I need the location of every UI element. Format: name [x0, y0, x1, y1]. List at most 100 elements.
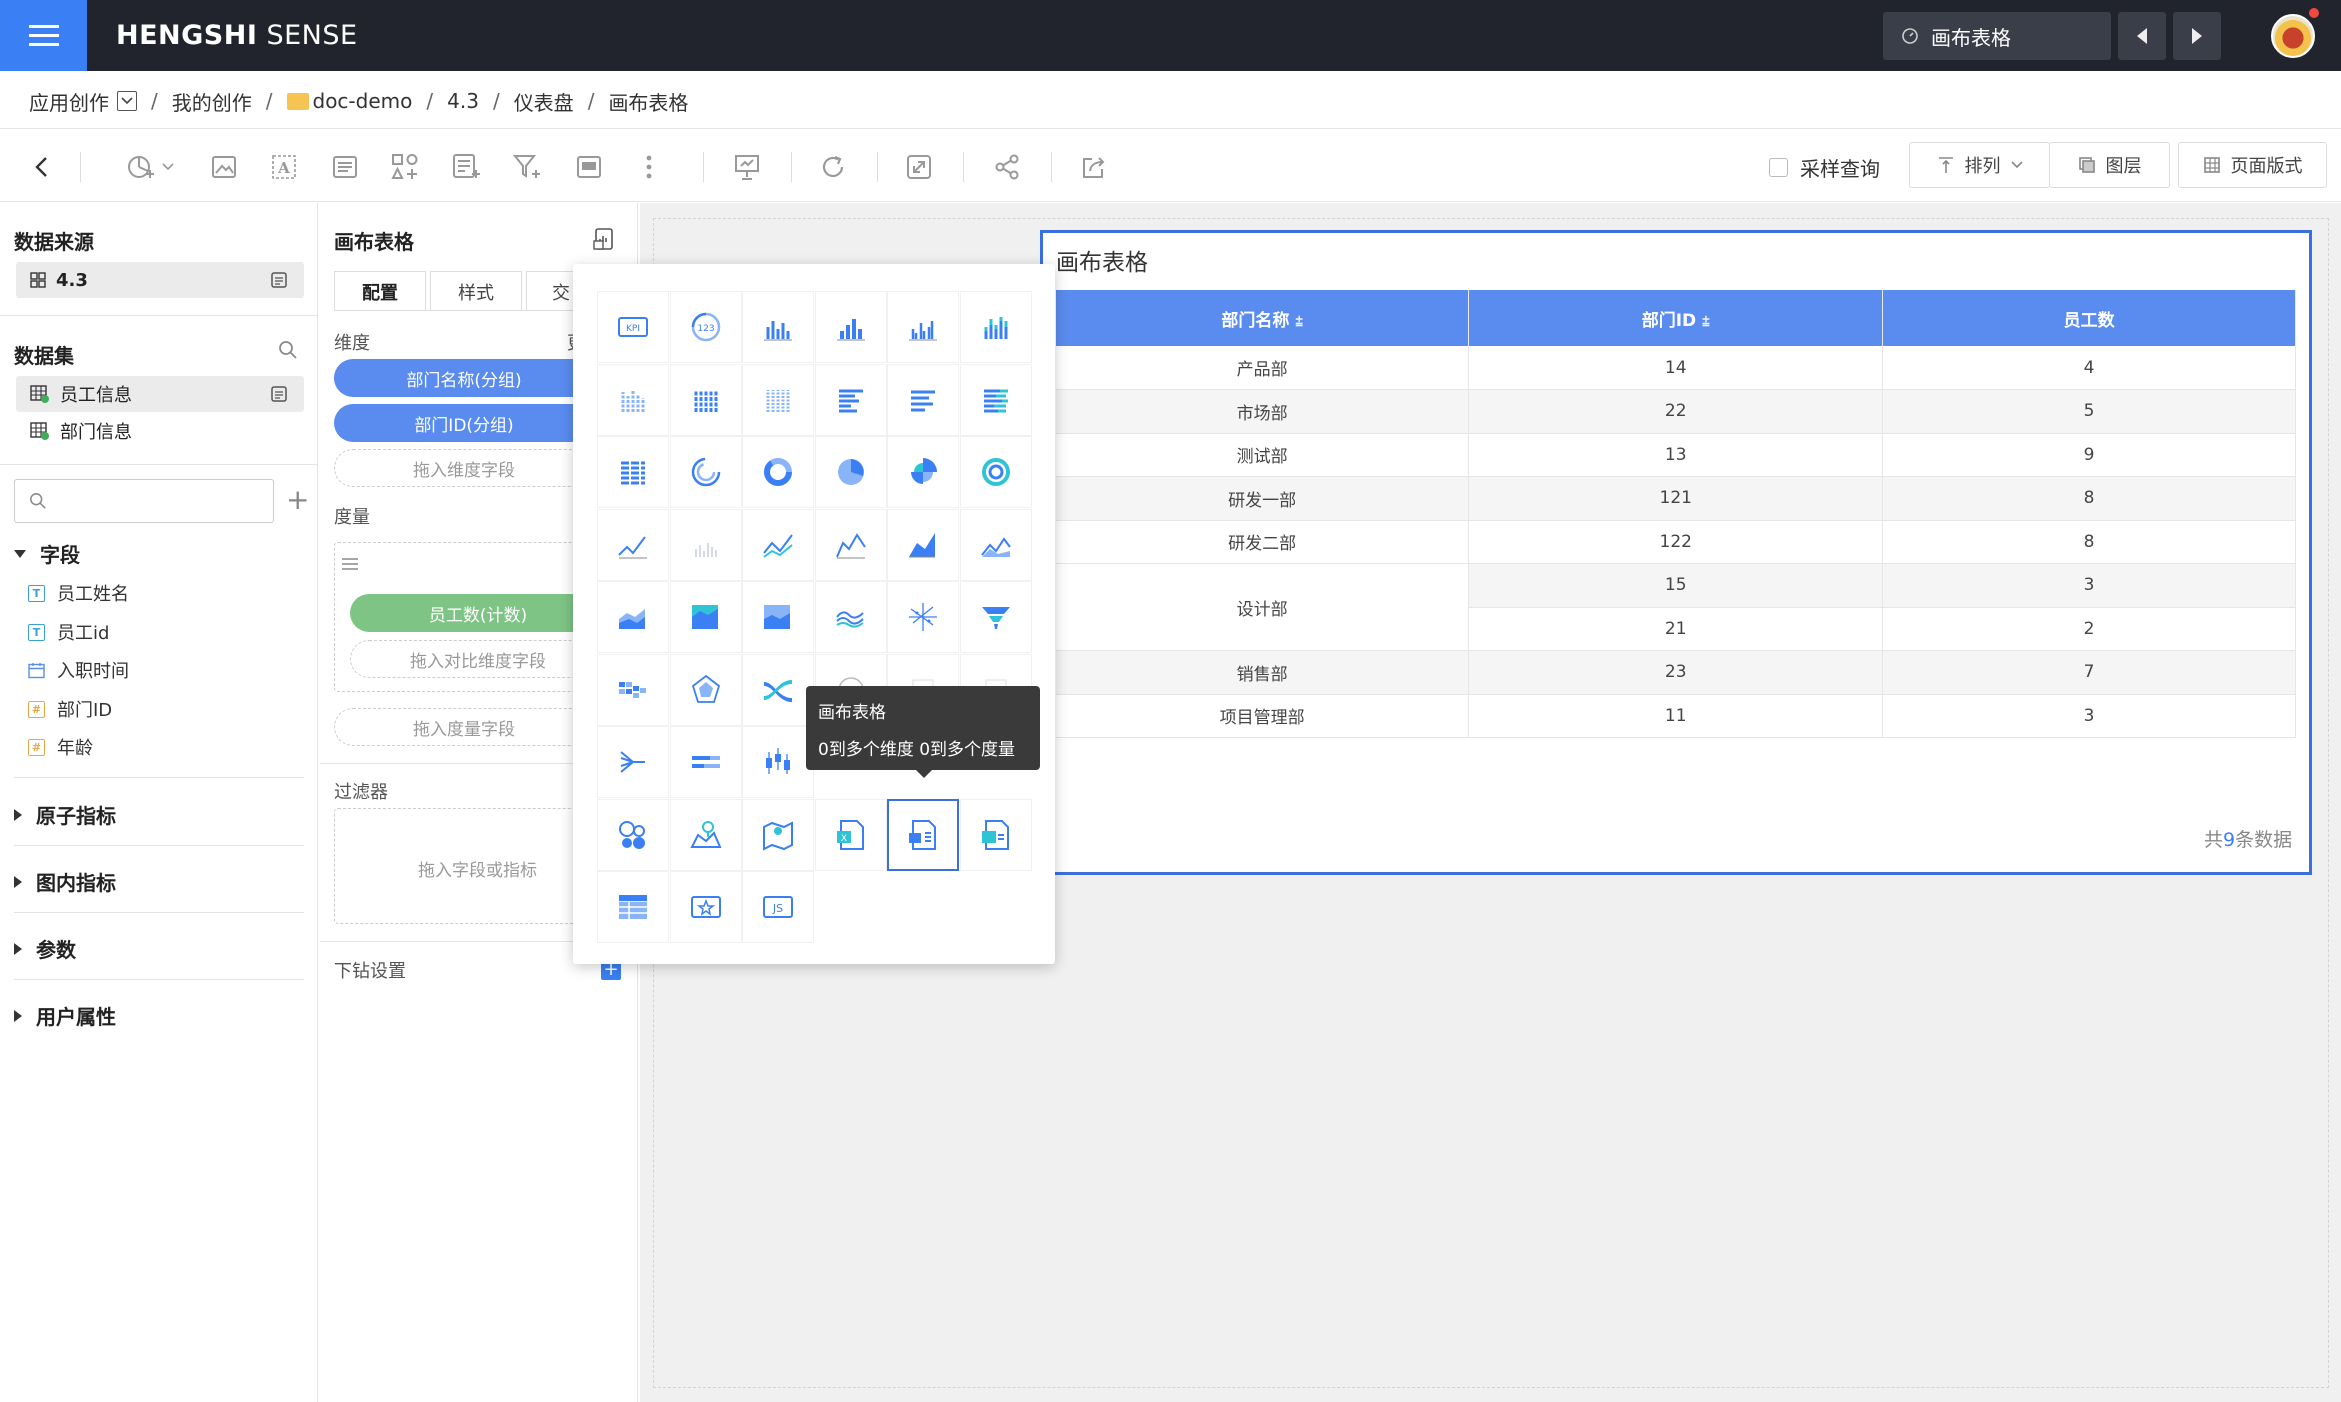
chart-type-option[interactable]: [814, 363, 887, 436]
chart-type-option[interactable]: [669, 581, 742, 653]
atomic-metrics-group[interactable]: 原子指标: [14, 800, 116, 829]
column-header[interactable]: 部门ID ⩲: [1468, 290, 1884, 346]
chart-type-option[interactable]: [887, 508, 959, 581]
chart-type-option[interactable]: [669, 871, 742, 943]
present-button[interactable]: [728, 148, 766, 186]
next-page-button[interactable]: [2173, 12, 2221, 60]
sort-filter-icon[interactable]: ⩲: [1702, 315, 1710, 330]
chart-type-option[interactable]: [887, 581, 959, 653]
fields-group[interactable]: 字段: [14, 539, 80, 568]
chart-type-option[interactable]: [742, 798, 814, 871]
sample-query-toggle[interactable]: 采样查询: [1769, 153, 1880, 182]
dimension-pill[interactable]: 部门ID(分组): [334, 404, 594, 442]
prev-page-button[interactable]: [2118, 12, 2166, 60]
tab-style[interactable]: 样式: [430, 271, 522, 311]
page-selector[interactable]: 画布表格: [1883, 12, 2111, 60]
breadcrumb-item[interactable]: 应用创作: [29, 87, 109, 116]
datasource-item[interactable]: 4.3: [16, 262, 304, 298]
refresh-button[interactable]: [814, 148, 852, 186]
chart-type-option[interactable]: [669, 653, 742, 726]
search-icon[interactable]: [278, 340, 298, 360]
add-chart-dropdown[interactable]: [158, 148, 178, 186]
more-button[interactable]: [630, 148, 668, 186]
chart-type-option[interactable]: [742, 581, 814, 653]
add-text-button[interactable]: A: [265, 148, 303, 186]
add-field-button[interactable]: +: [286, 486, 309, 514]
brand-logo[interactable]: HENGSHI SENSE: [116, 20, 358, 51]
share-button[interactable]: [988, 148, 1026, 186]
chart-type-option[interactable]: [669, 798, 742, 871]
drag-handle-icon[interactable]: [342, 558, 358, 570]
hamburger-menu-button[interactable]: [0, 0, 87, 71]
field-item[interactable]: # 年龄: [28, 734, 93, 760]
copy-icon[interactable]: [270, 385, 288, 403]
parameters-group[interactable]: 参数: [14, 934, 76, 963]
chart-type-option[interactable]: [887, 436, 959, 508]
page-layout-button[interactable]: 页面版式: [2178, 142, 2327, 188]
chart-type-option[interactable]: [669, 436, 742, 508]
measure-drop-zone[interactable]: 拖入度量字段: [334, 708, 594, 746]
chart-type-option[interactable]: [597, 653, 669, 726]
chart-type-option[interactable]: [742, 653, 814, 726]
chart-type-option[interactable]: [597, 726, 669, 798]
dimension-pill[interactable]: 部门名称(分组): [334, 359, 594, 397]
chart-type-option[interactable]: [959, 581, 1032, 653]
chart-type-option[interactable]: [597, 871, 669, 943]
chart-type-option[interactable]: [597, 508, 669, 581]
field-item[interactable]: # 部门ID: [28, 696, 112, 722]
chart-type-option[interactable]: 123: [669, 291, 742, 363]
breadcrumb-item[interactable]: doc-demo: [286, 89, 412, 113]
chart-type-option[interactable]: KPI: [597, 291, 669, 363]
breadcrumb-item[interactable]: 仪表盘: [514, 87, 574, 116]
tab-config[interactable]: 配置: [334, 271, 426, 311]
chart-type-option[interactable]: [814, 291, 887, 363]
chart-type-option[interactable]: [959, 798, 1032, 871]
chart-type-option[interactable]: [597, 798, 669, 871]
chart-type-option[interactable]: [742, 436, 814, 508]
chart-type-option[interactable]: [742, 508, 814, 581]
sample-query-checkbox[interactable]: [1769, 158, 1788, 177]
avatar[interactable]: [2271, 14, 2315, 58]
dataset-item[interactable]: 员工信息: [16, 376, 304, 412]
chart-type-option[interactable]: [959, 363, 1032, 436]
column-header[interactable]: 部门名称 ⩲: [1056, 290, 1470, 346]
compare-dimension-drop-zone[interactable]: 拖入对比维度字段: [350, 640, 606, 678]
chart-type-option[interactable]: [669, 363, 742, 436]
chart-type-option[interactable]: [597, 581, 669, 653]
field-item[interactable]: T 员工姓名: [28, 580, 129, 606]
breadcrumb-item[interactable]: 4.3: [447, 89, 479, 113]
export-button[interactable]: [1075, 148, 1113, 186]
chart-type-option[interactable]: [742, 363, 814, 436]
chart-type-option[interactable]: [814, 581, 887, 653]
chart-type-switch-icon[interactable]: [592, 227, 616, 251]
chart-type-option[interactable]: [887, 363, 959, 436]
chart-type-option[interactable]: [814, 436, 887, 508]
field-item[interactable]: T 员工id: [28, 619, 109, 645]
breadcrumb-item[interactable]: 我的创作: [172, 87, 252, 116]
chart-type-option[interactable]: [742, 291, 814, 363]
chart-type-option[interactable]: [887, 798, 959, 871]
measure-pill[interactable]: 员工数(计数): [350, 594, 606, 632]
chart-type-option[interactable]: [887, 291, 959, 363]
chart-type-option[interactable]: [669, 726, 742, 798]
layers-button[interactable]: 图层: [2049, 142, 2170, 188]
fullscreen-button[interactable]: [900, 148, 938, 186]
add-rich-text-button[interactable]: [326, 148, 364, 186]
add-component-button[interactable]: [386, 148, 424, 186]
chart-type-option[interactable]: [597, 363, 669, 436]
chart-type-option[interactable]: [959, 508, 1032, 581]
copy-icon[interactable]: [270, 271, 288, 289]
arrange-button[interactable]: 排列: [1909, 142, 2050, 188]
chart-type-option[interactable]: [742, 726, 814, 798]
chart-type-option[interactable]: X: [814, 798, 887, 871]
add-filter-button[interactable]: [508, 148, 546, 186]
chevron-down-icon[interactable]: [117, 91, 137, 111]
chart-type-option[interactable]: [959, 436, 1032, 508]
chart-type-option[interactable]: [597, 436, 669, 508]
chart-type-option[interactable]: [959, 291, 1032, 363]
chart-type-option[interactable]: [669, 508, 742, 581]
back-button[interactable]: [22, 148, 60, 186]
add-control-button[interactable]: [447, 148, 485, 186]
chart-metrics-group[interactable]: 图内指标: [14, 867, 116, 896]
dimension-drop-zone[interactable]: 拖入维度字段: [334, 449, 594, 487]
